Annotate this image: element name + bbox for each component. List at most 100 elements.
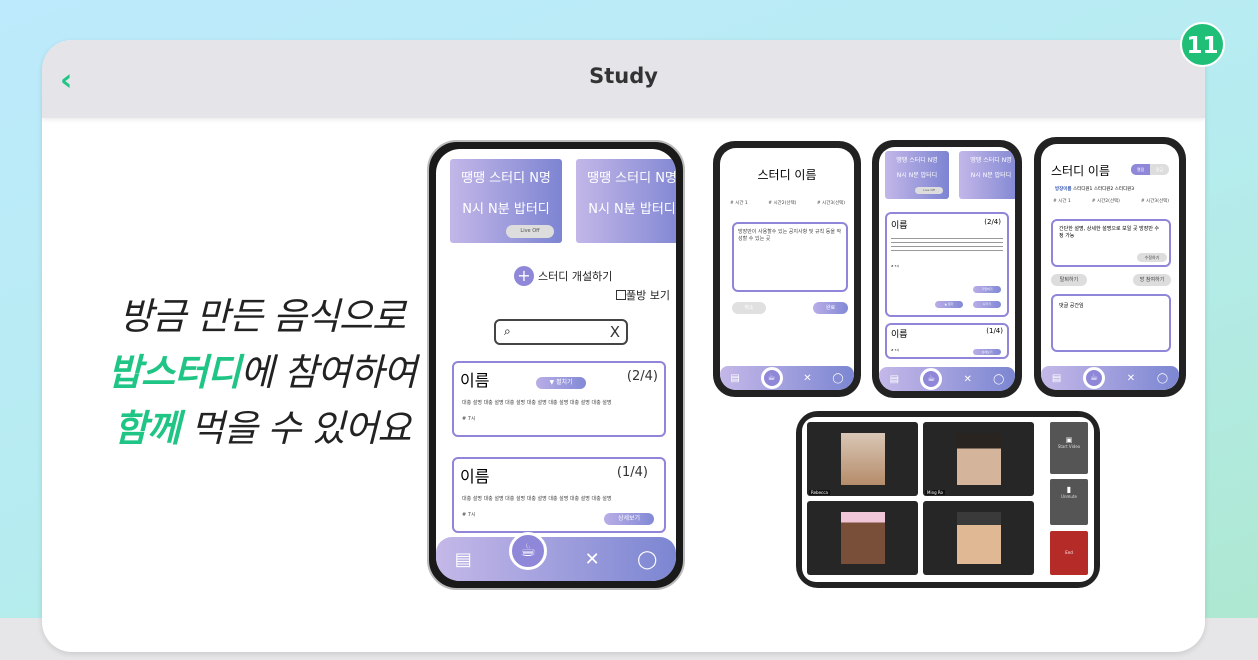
time-tag[interactable]: # 시간 1 <box>730 200 748 206</box>
join-button[interactable]: 가입하기 <box>973 286 1001 293</box>
expand-button[interactable]: ▼ 펼치기 <box>536 377 586 389</box>
room-description: 대충 설명 대충 설명 대충 설명 대충 설명 대충 설명 대충 설명 대충 설… <box>462 496 612 502</box>
live-off-button[interactable]: Live Off <box>506 225 554 238</box>
study-detail-phone: 스터디 이름 열림 잠금 방장이름 스터디원1 스터디원2 스터디원3 # 시간 … <box>1034 137 1186 397</box>
study-banner[interactable]: 땡땡 스터디 N명 N시 N분 밥터디 <box>959 151 1015 199</box>
room-name: 이름 <box>891 221 908 231</box>
bottom-nav: ▤ ☕ ✕ ◯ <box>1041 366 1179 390</box>
room-name: 이름 <box>460 371 490 390</box>
utensils-icon[interactable]: ✕ <box>803 373 811 384</box>
page-title: Study <box>589 64 658 88</box>
room-count: (2/4) <box>626 369 658 384</box>
slogan-text: 먹을 수 있어요 <box>179 407 412 450</box>
clear-search-button[interactable]: X <box>610 323 620 341</box>
page-number-badge: 11 <box>1180 22 1225 67</box>
study-banner[interactable]: 땡땡 스터디 N명 N시 N분 밥터디 Live Off <box>450 159 562 243</box>
fridge-icon[interactable]: ▤ <box>455 549 472 570</box>
toggle-lock[interactable]: 잠금 <box>1150 164 1169 175</box>
banner-title: 땡땡 스터디 N명 <box>970 157 1012 164</box>
unmute-label: Unmute <box>1061 494 1077 499</box>
bottom-nav: ▤ ☕ ✕ ◯ <box>436 532 676 581</box>
description: 간단한 설명, 상세한 설명으로 보일 곳 방장만 수정 가능 <box>1059 226 1160 239</box>
create-study-button[interactable]: 스터디 개설하기 <box>538 268 612 284</box>
withdraw-button[interactable]: 탈퇴하기 <box>1051 274 1087 286</box>
start-video-label: Start Video <box>1057 444 1081 449</box>
participant-face <box>840 512 885 564</box>
join-room-button[interactable]: 방 참여하기 <box>1133 274 1171 286</box>
search-icon: ⌕ <box>504 324 511 338</box>
banner-time: N시 N분 밥터디 <box>896 172 938 179</box>
time-tag: # 시간3(선택) <box>1140 199 1169 204</box>
time-tags: # 시간 1 # 시간2(선택) # 시간3(선택) <box>730 200 845 206</box>
leave-button[interactable]: 나가기 <box>973 301 1001 308</box>
cup-icon[interactable]: ☕ <box>760 367 783 389</box>
fridge-icon[interactable]: ▤ <box>730 373 739 384</box>
collapse-button[interactable]: ▲ 접기 <box>935 301 963 308</box>
utensils-icon[interactable]: ✕ <box>585 549 600 570</box>
cup-icon[interactable]: ☕ <box>1083 367 1106 389</box>
slogan-accent: 함께 <box>113 407 181 450</box>
utensils-icon[interactable]: ✕ <box>1127 373 1135 384</box>
live-off-button[interactable]: Live Off <box>915 187 943 194</box>
create-study-phone: 스터디 이름 # 시간 1 # 시간2(선택) # 시간3(선택) 방장만이 사용할… <box>713 141 861 397</box>
detail-button[interactable]: 상세보기 <box>973 349 1001 355</box>
room-card[interactable]: 이름 (1/4) 대충 설명 대충 설명 대충 설명 대충 설명 대충 설명 대… <box>452 457 666 533</box>
cup-icon[interactable]: ☕ <box>509 532 548 570</box>
participant-name: Ming Ro <box>925 490 945 495</box>
banner-time: N시 N분 밥터디 <box>462 202 550 217</box>
time-tag[interactable]: # 시간3(선택) <box>817 200 845 206</box>
room-card-expanded[interactable]: 이름 (2/4) # 7시 가입하기 ▲ 접기 나가기 <box>885 212 1009 317</box>
detail-button[interactable]: 상세보기 <box>604 513 654 525</box>
chat-icon[interactable]: ◯ <box>1157 373 1168 384</box>
banner-title: 땡땡 스터디 N명 <box>896 157 938 164</box>
members: 스터디원1 스터디원2 스터디원3 <box>1073 187 1135 192</box>
description-box: 간단한 설명, 상세한 설명으로 보일 곳 방장만 수정 가능 수정하기 <box>1051 219 1171 267</box>
slide-card: ‹ Study 방금 만든 음식으로 밥스터디에 참여하여 함께 먹을 수 있어… <box>42 40 1205 652</box>
comment-area[interactable]: 댓글 공간임 <box>1051 294 1171 352</box>
start-video-button[interactable]: ▣ Start Video <box>1050 422 1088 474</box>
fridge-icon[interactable]: ▤ <box>890 374 899 385</box>
slogan-line-2: 밥스터디에 참여하여 <box>82 342 442 396</box>
room-time: # 7시 <box>891 264 900 268</box>
study-list-phone: 땡땡 스터디 N명 N시 N분 밥터디 Live Off 땡땡 스터디 N명 N… <box>872 140 1022 398</box>
study-banner[interactable]: 땡땡 스터디 N명 N시 N분 밥터디 Live Off <box>885 151 949 199</box>
video-call-phone: Rebecca Ming Ro ▣ Start Video ▮ Unmute End <box>796 411 1100 588</box>
notice-textarea[interactable]: 방장만이 사용할수 있는 공지사항 및 규칙 등을 작성할 수 있는 곳 <box>732 222 848 292</box>
toggle-open[interactable]: 열림 <box>1131 164 1150 175</box>
room-card[interactable]: 이름 ▼ 펼치기 (2/4) 대충 설명 대충 설명 대충 설명 대충 설명 대… <box>452 361 666 437</box>
search-input[interactable]: ⌕ X <box>494 319 628 345</box>
time-tag[interactable]: # 시간2(선택) <box>768 200 796 206</box>
room-name: 이름 <box>891 330 908 340</box>
microphone-icon: ▮ <box>1066 485 1072 494</box>
participant-face <box>956 433 1001 485</box>
room-count: (1/4) <box>986 327 1003 335</box>
chat-icon[interactable]: ◯ <box>832 373 843 384</box>
plus-icon[interactable]: + <box>514 266 534 286</box>
unmute-button[interactable]: ▮ Unmute <box>1050 479 1088 525</box>
room-time: # 7시 <box>891 348 900 352</box>
member-list: 방장이름 스터디원1 스터디원2 스터디원3 <box>1055 186 1134 192</box>
open-lock-toggle[interactable]: 열림 잠금 <box>1131 164 1169 175</box>
video-off-icon: ▣ <box>1065 436 1073 444</box>
edit-button[interactable]: 수정하기 <box>1137 253 1167 262</box>
end-call-button[interactable]: End <box>1050 531 1088 575</box>
chat-icon[interactable]: ◯ <box>637 549 657 570</box>
utensils-icon[interactable]: ✕ <box>964 374 972 385</box>
room-card[interactable]: 이름 (1/4) # 7시 상세보기 <box>885 323 1009 359</box>
full-room-checkbox[interactable]: 풀방 보기 <box>616 287 670 303</box>
participant-video <box>923 501 1034 575</box>
slogan-accent: 밥스터디 <box>107 351 241 394</box>
done-button[interactable]: 완료 <box>813 302 848 314</box>
time-tag: # 시간 1 <box>1053 199 1071 204</box>
room-time: # 7시 <box>462 512 476 518</box>
bottom-nav: ▤ ☕ ✕ ◯ <box>720 366 854 390</box>
participant-video: Rebecca <box>807 422 918 496</box>
slogan-line-1: 방금 만든 음식으로 <box>119 295 406 338</box>
cup-icon[interactable]: ☕ <box>920 368 943 390</box>
chat-icon[interactable]: ◯ <box>993 374 1004 385</box>
room-count: (2/4) <box>984 218 1001 226</box>
fridge-icon[interactable]: ▤ <box>1052 373 1061 384</box>
study-name-title: 스터디 이름 <box>757 168 817 182</box>
cancel-button[interactable]: 취소 <box>732 302 766 314</box>
study-banner[interactable]: 땡땡 스터디 N명 N시 N분 밥터디 <box>576 159 676 243</box>
